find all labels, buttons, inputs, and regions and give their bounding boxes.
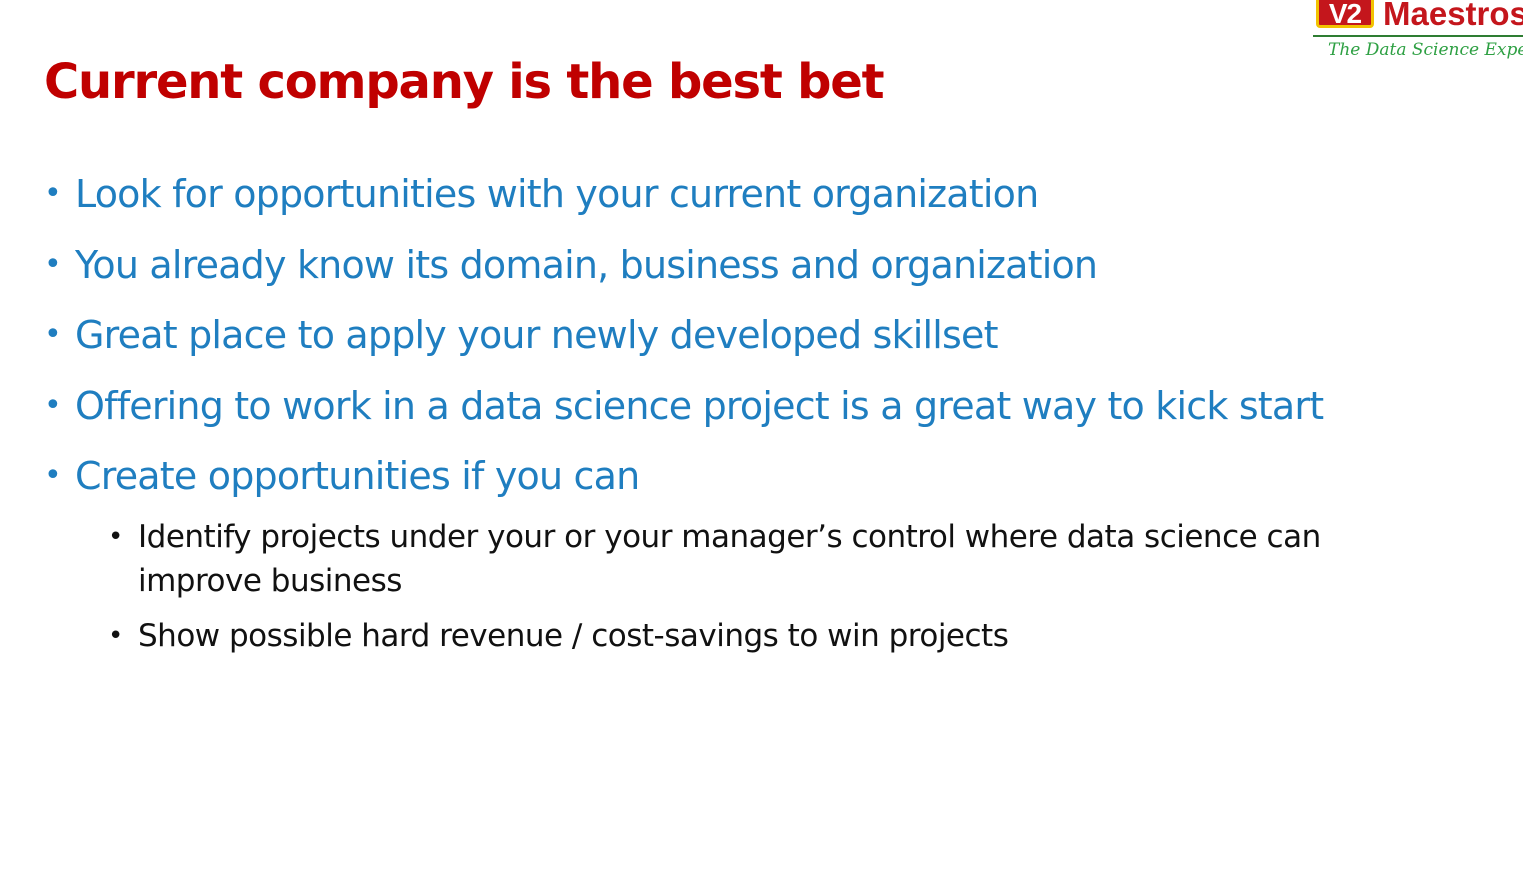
- sub-bullet-text: Show possible hard revenue / cost-saving…: [138, 618, 1009, 654]
- slide-title: Current company is the best bet: [44, 54, 885, 110]
- logo-mark: V2: [1316, 0, 1374, 29]
- bullet-dot: •: [44, 388, 62, 423]
- logo-divider: [1313, 35, 1523, 37]
- brand-logo: V2 Maestros The Data Science Experts: [1313, 0, 1523, 66]
- logo-tagline: The Data Science Experts: [1328, 40, 1523, 60]
- bullet-dot: •: [44, 458, 62, 493]
- bullet-text: Look for opportunities with your current…: [75, 172, 1039, 216]
- sub-bullet-text: Identify projects under your or your man…: [138, 519, 1321, 599]
- bullet-text: Offering to work in a data science proje…: [75, 384, 1324, 428]
- bullet-text: Create opportunities if you can: [75, 454, 640, 498]
- sub-bullet-dot: •: [108, 522, 123, 552]
- slide: V2 Maestros The Data Science Experts Cur…: [0, 0, 1523, 879]
- bullet-dot: •: [44, 176, 62, 211]
- bullet-dot: •: [44, 247, 62, 282]
- bullet-text: You already know its domain, business an…: [75, 243, 1098, 287]
- sub-bullet-dot: •: [108, 621, 123, 651]
- logo-wordmark: Maestros: [1383, 0, 1523, 32]
- bullet-dot: •: [44, 317, 62, 352]
- bullet-text: Great place to apply your newly develope…: [75, 313, 999, 357]
